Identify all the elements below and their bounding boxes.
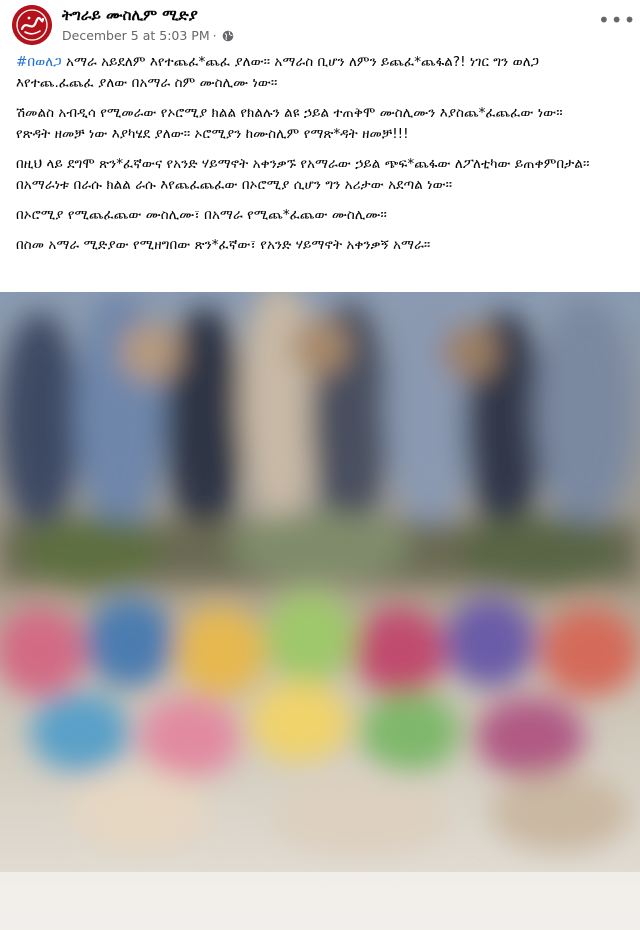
paragraph-text: በኦሮሚያ የሚጨፈጨው ሙስሊሙ፣ በአማራ የሚጨ*ፈጨው ሙስሊሙ፡፡ bbox=[16, 207, 387, 223]
paragraph-text: ሽመልስ አብዲሳ የሚመራው የኦሮሚያ ክልል የክልሉን ልዩ ኃይል ተ… bbox=[16, 105, 563, 142]
post-paragraph-5: በስመ አማራ ሚድያው የሚዘግበው ጽን*ፈኛው፣ የአንድ ሃይማኖት አ… bbox=[16, 235, 601, 256]
facebook-post: ትግራይ ሙስሊም ሚድያ December 5 at 5:03 PM · ••… bbox=[0, 0, 640, 930]
post-meta: December 5 at 5:03 PM · bbox=[62, 28, 234, 43]
paragraph-text: በስመ አማራ ሚድያው የሚዘግበው ጽን*ፈኛው፣ የአንድ ሃይማኖት አ… bbox=[16, 237, 431, 253]
page-avatar[interactable] bbox=[12, 5, 52, 45]
post-paragraph-3: በዚህ ላይ ደግሞ ጽን*ፈኛውና የአንድ ሃይማኖት አቀንቃኙ የአማራ… bbox=[16, 154, 601, 196]
calligraphy-logo-icon bbox=[12, 5, 52, 45]
paragraph-text: አማራ አይደለም እየተጨፈ*ጨፈ ያለው፡፡ አማራስ ቢሆን ለምን ይጨ… bbox=[16, 54, 540, 91]
post-date-link[interactable]: December 5 at 5:03 PM bbox=[62, 28, 210, 43]
meta-separator: · bbox=[212, 28, 217, 43]
post-photo-blurred[interactable] bbox=[0, 292, 640, 930]
hashtag-link[interactable]: #በወለጋ bbox=[16, 54, 62, 70]
page-name-link[interactable]: ትግራይ ሙስሊም ሚድያ bbox=[62, 6, 198, 24]
globe-icon[interactable] bbox=[222, 30, 234, 42]
paragraph-text: በዚህ ላይ ደግሞ ጽን*ፈኛውና የአንድ ሃይማኖት አቀንቃኙ የአማራ… bbox=[16, 156, 590, 193]
post-header: ትግራይ ሙስሊም ሚድያ December 5 at 5:03 PM · ••… bbox=[0, 0, 640, 48]
post-paragraph-4: በኦሮሚያ የሚጨፈጨው ሙስሊሙ፣ በአማራ የሚጨ*ፈጨው ሙስሊሙ፡፡ bbox=[16, 205, 601, 226]
post-paragraph-1: #በወለጋ አማራ አይደለም እየተጨፈ*ጨፈ ያለው፡፡ አማራስ ቢሆን … bbox=[16, 52, 601, 94]
more-options-icon[interactable]: ••• bbox=[598, 10, 635, 34]
post-text: #በወለጋ አማራ አይደለም እየተጨፈ*ጨፈ ያለው፡፡ አማራስ ቢሆን … bbox=[16, 52, 601, 265]
post-paragraph-2: ሽመልስ አብዲሳ የሚመራው የኦሮሚያ ክልል የክልሉን ልዩ ኃይል ተ… bbox=[16, 103, 601, 145]
